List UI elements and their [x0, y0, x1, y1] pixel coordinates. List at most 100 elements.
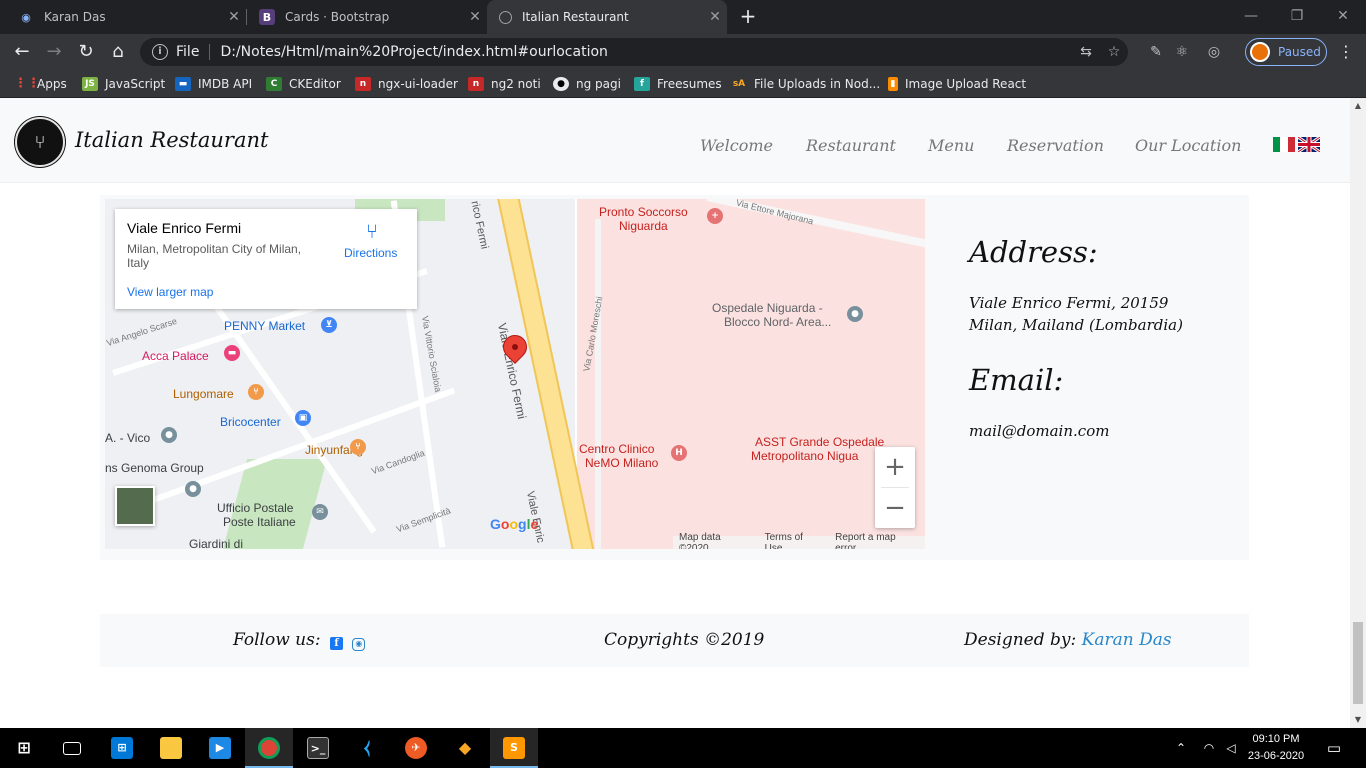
nav-menu[interactable]: Menu [928, 136, 974, 155]
post-office-icon[interactable]: ✉ [312, 504, 328, 520]
tab-karan-das[interactable]: ◉ Karan Das ✕ [0, 0, 246, 34]
map-label: Niguarda [619, 219, 668, 233]
taskbar-file-explorer[interactable] [147, 728, 195, 768]
bookmark-ngx-ui-loader[interactable]: n ngx-ui-loader [355, 75, 458, 93]
hotel-icon[interactable]: ▬ [224, 345, 240, 361]
bookmark-ng2-noti[interactable]: n ng2 noti [468, 75, 541, 93]
translate-icon[interactable]: ⇆ [1072, 44, 1100, 60]
place-icon[interactable]: ● [161, 427, 177, 443]
designer-link[interactable]: Karan Das [1082, 630, 1172, 650]
start-button[interactable]: ⊞ [0, 728, 48, 768]
nav-welcome[interactable]: Welcome [700, 136, 773, 155]
restaurant-icon[interactable]: ⑂ [350, 439, 366, 455]
hospital-poi-icon[interactable]: H [671, 445, 687, 461]
restaurant-icon[interactable]: ⑂ [248, 384, 264, 400]
zoom-out-button[interactable]: − [875, 488, 915, 528]
back-button[interactable]: ← [8, 38, 36, 66]
forward-button[interactable]: → [40, 38, 68, 66]
close-window-button[interactable]: ✕ [1320, 0, 1366, 34]
scrollbar-thumb[interactable] [1353, 622, 1363, 704]
taskbar-git[interactable]: ◆ [441, 728, 489, 768]
taskbar-store[interactable]: ⊞ [98, 728, 146, 768]
notification-icon[interactable]: ▭ [1320, 728, 1348, 768]
bootstrap-icon: B [259, 9, 275, 25]
site-brand[interactable]: Italian Restaurant [75, 128, 268, 152]
uk-flag-icon[interactable] [1298, 137, 1320, 152]
taskbar-postman[interactable]: ✈ [392, 728, 440, 768]
map-label: A. - Vico [105, 431, 151, 445]
home-button[interactable]: ⌂ [104, 38, 132, 66]
map-label: Via Angelo Scarse [105, 315, 179, 349]
minimize-button[interactable]: — [1228, 0, 1274, 34]
hospital-poi-icon[interactable]: ● [847, 306, 863, 322]
new-tab-button[interactable]: + [736, 5, 760, 29]
report-map-error-link[interactable]: Report a map error [835, 532, 919, 550]
address-bar[interactable]: i File D:/Notes/Html/main%20Project/inde… [140, 38, 1128, 66]
clock-date: 23-06-2020 [1247, 750, 1305, 762]
bookmark-label: CKEditor [289, 77, 341, 91]
system-clock[interactable]: 09:10 PM 23-06-2020 [1246, 731, 1306, 765]
terms-of-use-link[interactable]: Terms of Use [765, 532, 824, 550]
logo-letter: e [530, 516, 539, 532]
taskbar-sublime[interactable]: S [490, 728, 538, 768]
bookmark-image-upload-react[interactable]: ▮ Image Upload React [888, 75, 1026, 93]
instagram-icon[interactable]: ◉ [352, 638, 366, 651]
scroll-down-arrow[interactable]: ▼ [1350, 712, 1366, 728]
target-extension-icon[interactable]: ◎ [1204, 42, 1224, 62]
bookmark-freesumes[interactable]: f Freesumes [634, 75, 722, 93]
map-label: Ufficio Postale [217, 501, 294, 515]
nav-our-location[interactable]: Our Location [1135, 136, 1241, 155]
italy-flag-icon[interactable] [1273, 137, 1295, 152]
tray-expand-icon[interactable]: ⌃ [1170, 728, 1192, 768]
react-devtools-icon[interactable]: ⚛ [1172, 42, 1192, 62]
map-label: Via Semplicità [395, 505, 452, 535]
satellite-view-toggle[interactable] [115, 486, 155, 526]
bookmark-apps[interactable]: ⋮⋮ Apps [14, 75, 67, 93]
taskbar-terminal[interactable]: >_ [294, 728, 342, 768]
tab-italian-restaurant[interactable]: Italian Restaurant ✕ [487, 0, 727, 34]
place-icon[interactable]: ● [185, 481, 201, 497]
tab-title: Cards · Bootstrap [285, 10, 390, 24]
close-tab-icon[interactable]: ✕ [463, 9, 487, 25]
browser-menu-icon[interactable]: ⋮ [1334, 38, 1358, 66]
map-label: Bricocenter [220, 415, 281, 429]
bookmark-ckeditor[interactable]: C CKEditor [266, 75, 341, 93]
bookmark-star-icon[interactable]: ☆ [1100, 44, 1128, 60]
shopping-cart-icon[interactable]: ⊻ [321, 317, 337, 333]
taskbar-vscode[interactable]: ⧼ [343, 728, 391, 768]
map-label: Acca Palace [142, 349, 209, 363]
tab-bootstrap-cards[interactable]: B Cards · Bootstrap ✕ [241, 0, 487, 34]
zoom-in-button[interactable]: + [875, 447, 915, 487]
wifi-icon[interactable]: ◠ [1198, 728, 1220, 768]
taskbar-chrome[interactable] [245, 728, 293, 768]
nav-reservation[interactable]: Reservation [1007, 136, 1104, 155]
facebook-icon[interactable]: f [329, 637, 343, 650]
profile-button[interactable]: Paused [1245, 38, 1327, 66]
nav-restaurant[interactable]: Restaurant [806, 136, 896, 155]
restaurant-logo[interactable]: ⑂ [15, 117, 65, 167]
map-label: Pronto Soccorso [599, 205, 688, 219]
taskbar-media[interactable]: ▶ [196, 728, 244, 768]
bookmark-imdb-api[interactable]: ▬ IMDB API [175, 75, 252, 93]
map-label: ns Genoma Group [105, 461, 204, 475]
directions-link[interactable]: Directions [344, 246, 397, 260]
extension-pen-icon[interactable]: ✎ [1146, 42, 1166, 62]
reload-button[interactable]: ↻ [72, 38, 100, 66]
hospital-poi-icon[interactable]: + [707, 208, 723, 224]
site-navbar: ⑂ Italian Restaurant Welcome Restaurant … [0, 98, 1350, 183]
page-scrollbar[interactable]: ▲ ▼ [1350, 98, 1366, 728]
close-tab-icon[interactable]: ✕ [703, 9, 727, 25]
bookmark-label: IMDB API [198, 77, 253, 91]
directions-icon[interactable]: ⑂ [361, 221, 383, 243]
bookmark-javascript[interactable]: JS JavaScript [82, 75, 165, 93]
info-icon[interactable]: i [152, 44, 168, 60]
bookmark-ng-pagi[interactable]: ● ng pagi [553, 75, 621, 93]
volume-icon[interactable]: ◁ [1220, 728, 1242, 768]
bookmark-file-uploads[interactable]: sA File Uploads in Nod... [731, 75, 880, 93]
scroll-up-arrow[interactable]: ▲ [1350, 98, 1366, 114]
task-view-button[interactable] [48, 728, 96, 768]
view-larger-map-link[interactable]: View larger map [127, 285, 213, 299]
shopping-bag-icon[interactable]: ▣ [295, 410, 311, 426]
restore-button[interactable]: ❐ [1274, 0, 1320, 34]
google-map[interactable]: Pronto Soccorso Niguarda + Via Ettore Ma… [105, 199, 925, 549]
